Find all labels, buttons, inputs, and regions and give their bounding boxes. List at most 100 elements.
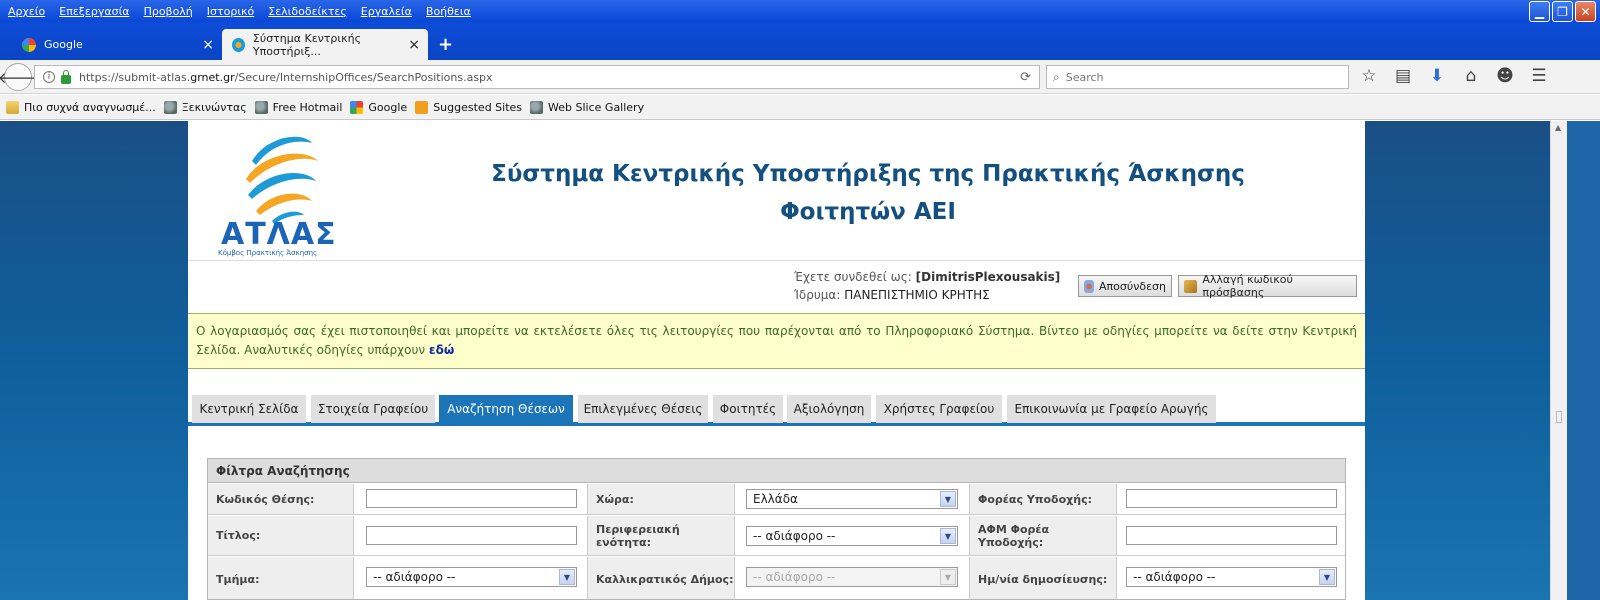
chevron-down-icon: ▼ bbox=[940, 528, 956, 544]
department-select[interactable]: -- αδιάφορο -- ▼ bbox=[366, 567, 577, 587]
browser-navbar: 🡐 i https://submit-atlas.grnet.gr/Secure… bbox=[0, 60, 1600, 94]
tab-evaluation[interactable]: Αξιολόγηση bbox=[787, 395, 871, 423]
folder-icon bbox=[6, 100, 19, 114]
department-label: Τμήμα: bbox=[208, 557, 354, 599]
bookmark-most-visited[interactable]: Πιο συχνά αναγνωσμέ... bbox=[6, 100, 156, 114]
department-cell: -- αδιάφορο -- ▼ bbox=[354, 557, 588, 599]
logo-word: ΑΤΛΑΣ bbox=[221, 217, 337, 252]
suggested-sites-icon bbox=[415, 100, 429, 114]
star-icon[interactable]: ☆ bbox=[1358, 66, 1380, 86]
logout-icon bbox=[1084, 279, 1095, 293]
smiley-icon[interactable]: ☻ bbox=[1494, 66, 1516, 86]
search-icon: ⌕ bbox=[1053, 69, 1060, 84]
bookmark-google[interactable]: Google bbox=[350, 100, 407, 114]
chevron-down-icon: ▼ bbox=[1319, 569, 1335, 585]
info-icon[interactable]: i bbox=[43, 71, 55, 83]
home-icon[interactable]: ⌂ bbox=[1460, 66, 1482, 86]
position-code-input[interactable] bbox=[366, 489, 577, 508]
globe-icon bbox=[254, 100, 268, 114]
page-container: ΑΤΛΑΣ Κόμβος Πρακτικής Άσκησης Σύστημα Κ… bbox=[188, 121, 1365, 600]
browser-tab-google[interactable]: Google × bbox=[12, 29, 222, 60]
window-controls: ▁ ❐ ✕ bbox=[1529, 1, 1596, 22]
afm-input[interactable] bbox=[1126, 526, 1337, 545]
tab-helpdesk-contact[interactable]: Επικοινωνία με Γραφείο Αρωγής bbox=[1007, 395, 1216, 423]
scroll-up-icon[interactable]: ▲ bbox=[1555, 123, 1561, 132]
user-bar: Έχετε συνδεθεί ως: [DimitrisPlexousakis]… bbox=[188, 262, 1365, 312]
browser-search-box[interactable]: ⌕ Search bbox=[1046, 65, 1349, 89]
scroll-grip[interactable] bbox=[1556, 411, 1562, 423]
country-select[interactable]: Ελλάδα ▼ bbox=[746, 489, 958, 509]
title-label: Τίτλος: bbox=[208, 516, 354, 555]
swirl-logo-icon bbox=[246, 136, 318, 224]
region-cell: -- αδιάφορο -- ▼ bbox=[735, 516, 970, 555]
search-filters-panel: Φίλτρα Αναζήτησης Κωδικός Θέσης: Χώρα: Ε… bbox=[207, 458, 1346, 600]
toolbar-icons: ☆ ▤ ⬇ ⌂ ☻ ☰ bbox=[1358, 66, 1550, 86]
menu-tools[interactable]: Εργαλεία bbox=[361, 5, 412, 18]
region-select[interactable]: -- αδιάφορο -- ▼ bbox=[746, 526, 958, 546]
search-placeholder: Search bbox=[1065, 70, 1104, 84]
bookmark-getting-started[interactable]: Ξεκινώντας bbox=[163, 100, 247, 114]
reading-list-icon[interactable]: ▤ bbox=[1392, 66, 1414, 86]
change-password-button[interactable]: Αλλαγή κωδικού πρόσβασης bbox=[1178, 273, 1357, 299]
bookmark-web-slice-gallery[interactable]: Web Slice Gallery bbox=[530, 100, 644, 114]
back-arrow-icon[interactable]: 🡐 bbox=[0, 63, 38, 91]
tab-close-icon[interactable]: × bbox=[408, 37, 420, 53]
menu-file[interactable]: Αρχείο bbox=[8, 5, 45, 18]
url-bar[interactable]: i https://submit-atlas.grnet.gr/Secure/I… bbox=[34, 65, 1040, 89]
tab-students[interactable]: Φοιτητές bbox=[713, 395, 783, 423]
username: [DimitrisPlexousakis] bbox=[915, 270, 1061, 284]
afm-cell bbox=[1117, 516, 1345, 555]
tab-office-details[interactable]: Στοιχεία Γραφείου bbox=[311, 395, 435, 423]
window-edge bbox=[1567, 121, 1600, 600]
minimize-icon[interactable]: ▁ bbox=[1529, 1, 1550, 22]
tab-search-positions[interactable]: Αναζήτηση Θέσεων bbox=[439, 395, 573, 423]
menu-history[interactable]: Ιστορικό bbox=[207, 5, 255, 18]
site-title-line1: Σύστημα Κεντρικής Υποστήριξης της Πρακτι… bbox=[491, 161, 1245, 187]
bookmark-suggested-sites[interactable]: Suggested Sites bbox=[415, 100, 522, 114]
host-label: Φορέας Υποδοχής: bbox=[970, 484, 1117, 514]
tab-home[interactable]: Κεντρική Σελίδα bbox=[192, 395, 306, 423]
filter-row: Τίτλος: Περιφερειακή ενότητα: -- αδιάφορ… bbox=[208, 516, 1345, 556]
logout-button[interactable]: Αποσύνδεση bbox=[1078, 275, 1172, 297]
country-cell: Ελλάδα ▼ bbox=[735, 484, 970, 514]
filter-row: Τμήμα: -- αδιάφορο -- ▼ Καλλικρατικός Δήμ… bbox=[208, 557, 1345, 599]
reload-icon[interactable]: ⟳ bbox=[1020, 70, 1031, 85]
chevron-down-icon: ▼ bbox=[940, 491, 956, 507]
host-input[interactable] bbox=[1126, 489, 1337, 508]
url-text: https://submit-atlas.grnet.gr/Secure/Int… bbox=[79, 70, 493, 84]
bookmark-free-hotmail[interactable]: Free Hotmail bbox=[254, 100, 342, 114]
menu-view[interactable]: Προβολή bbox=[144, 5, 193, 18]
window-menubar: Αρχείο Επεξεργασία Προβολή Ιστορικό Σελι… bbox=[0, 0, 1600, 22]
municipality-cell: -- αδιάφορο -- ▼ bbox=[735, 557, 970, 599]
tab-office-users[interactable]: Χρήστες Γραφείου bbox=[876, 395, 1002, 423]
info-notice: Ο λογαριασμός σας έχει πιστοποιηθεί και … bbox=[188, 313, 1365, 369]
site-title-line2: Φοιτητών ΑΕΙ bbox=[780, 199, 956, 225]
google-favicon-icon bbox=[22, 37, 36, 52]
title-cell bbox=[354, 516, 588, 555]
globe-icon bbox=[163, 100, 177, 114]
browser-tab-atlas[interactable]: Σύστημα Κεντρικής Υποστήριξ... × bbox=[222, 29, 428, 60]
municipality-label: Καλλικρατικός Δήμος: bbox=[588, 557, 735, 599]
chevron-down-icon: ▼ bbox=[940, 569, 956, 585]
vertical-scrollbar[interactable]: ▲ bbox=[1550, 121, 1567, 600]
tab-selected-positions[interactable]: Επιλεγμένες Θέσεις bbox=[578, 395, 708, 423]
afm-label: ΑΦΜ Φορέα Υποδοχής: bbox=[970, 516, 1117, 555]
host-cell bbox=[1117, 484, 1345, 514]
publication-date-label: Ημ/νία δημοσίευσης: bbox=[970, 557, 1117, 599]
menu-help[interactable]: Βοήθεια bbox=[426, 5, 471, 18]
instructions-link[interactable]: εδώ bbox=[429, 343, 454, 357]
title-input[interactable] bbox=[366, 526, 577, 545]
menu-edit[interactable]: Επεξεργασία bbox=[59, 5, 129, 18]
google-icon bbox=[350, 100, 364, 114]
publication-date-select[interactable]: -- αδιάφορο -- ▼ bbox=[1126, 567, 1337, 587]
tab-close-icon[interactable]: × bbox=[202, 37, 214, 53]
new-tab-icon[interactable]: + bbox=[438, 34, 453, 55]
bookmarks-bar: Πιο συχνά αναγνωσμέ... Ξεκινώντας Free H… bbox=[0, 95, 1600, 120]
close-window-icon[interactable]: ✕ bbox=[1575, 1, 1596, 22]
download-icon[interactable]: ⬇ bbox=[1426, 66, 1448, 86]
atlas-favicon-icon bbox=[232, 37, 245, 52]
atlas-logo[interactable]: ΑΤΛΑΣ Κόμβος Πρακτικής Άσκησης bbox=[218, 131, 338, 257]
restore-icon[interactable]: ❐ bbox=[1552, 1, 1573, 22]
menu-bookmarks[interactable]: Σελιδοδείκτες bbox=[268, 5, 347, 18]
hamburger-menu-icon[interactable]: ☰ bbox=[1528, 66, 1550, 86]
